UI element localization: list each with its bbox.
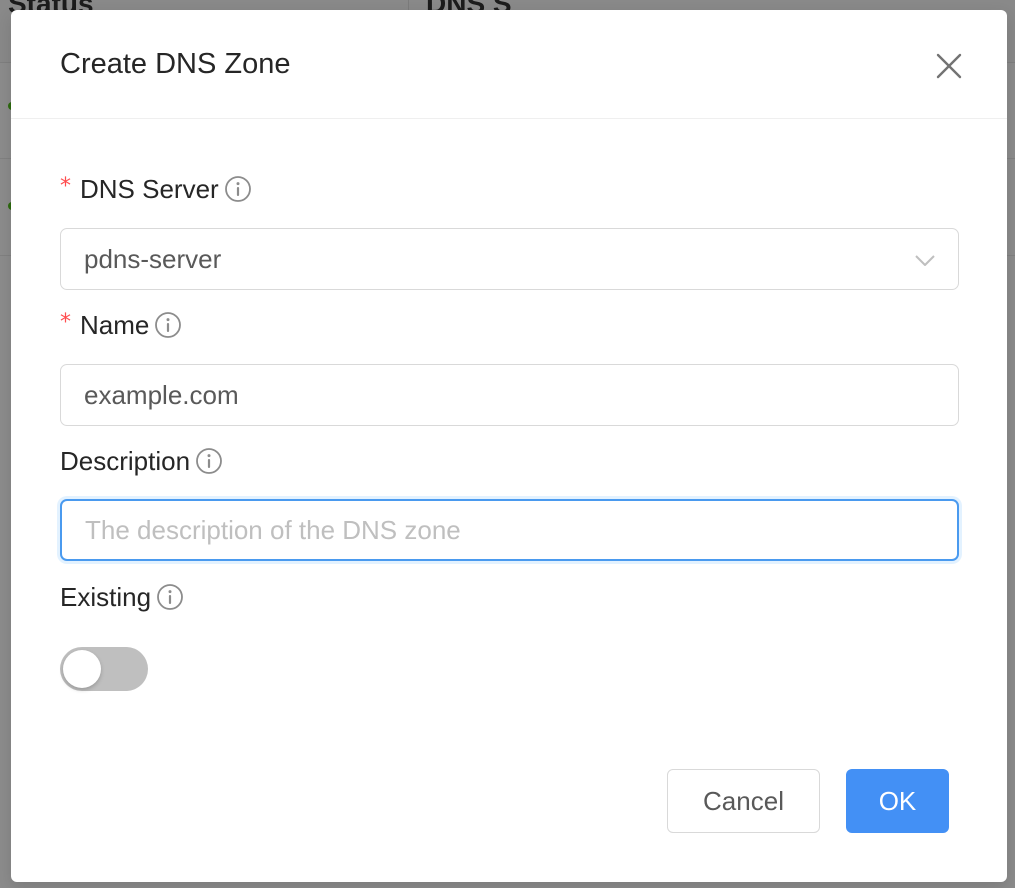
existing-label: Existing — [60, 581, 184, 613]
close-icon — [936, 53, 962, 79]
name-input[interactable] — [60, 364, 959, 426]
info-icon[interactable] — [224, 175, 252, 203]
dns-server-label: * DNS Server — [60, 173, 252, 205]
ok-button[interactable]: OK — [846, 769, 949, 833]
info-icon[interactable] — [195, 447, 223, 475]
chevron-down-icon — [915, 255, 935, 266]
create-dns-zone-dialog: Create DNS Zone * DNS Server pdns-server… — [11, 10, 1007, 882]
description-input[interactable] — [60, 499, 959, 561]
info-icon[interactable] — [154, 311, 182, 339]
cancel-button[interactable]: Cancel — [667, 769, 820, 833]
dialog-header: Create DNS Zone — [11, 10, 1007, 119]
dns-server-label-text: DNS Server — [80, 174, 219, 204]
info-icon[interactable] — [156, 583, 184, 611]
name-label-text: Name — [80, 310, 150, 340]
dns-server-select[interactable]: pdns-server — [60, 228, 959, 290]
name-label: * Name — [60, 309, 182, 341]
dns-server-selected-value: pdns-server — [84, 244, 222, 274]
name-input-field[interactable] — [61, 365, 958, 425]
toggle-knob — [63, 650, 101, 688]
required-marker: * — [60, 310, 71, 335]
description-label-text: Description — [60, 446, 191, 476]
close-button[interactable] — [929, 46, 969, 86]
description-label: Description — [60, 445, 223, 477]
existing-toggle[interactable] — [60, 647, 148, 691]
dialog-title: Create DNS Zone — [60, 48, 291, 80]
required-marker: * — [60, 174, 71, 199]
existing-label-text: Existing — [60, 582, 152, 612]
description-input-field[interactable] — [62, 501, 957, 559]
